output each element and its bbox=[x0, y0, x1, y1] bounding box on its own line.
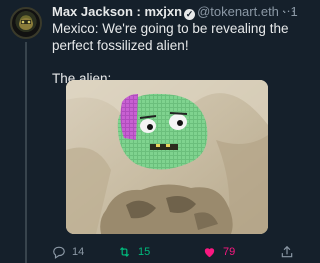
heart-icon bbox=[204, 248, 215, 258]
share-button[interactable] bbox=[280, 243, 294, 261]
share-icon bbox=[281, 245, 293, 258]
retweet-icon bbox=[120, 247, 129, 257]
tweet-action-bar: 14 15 79 bbox=[52, 243, 296, 261]
retweet-count: 15 bbox=[138, 246, 151, 258]
verified-badge-icon: ✓ bbox=[184, 9, 196, 20]
author-handle[interactable]: @tokenart.eth bbox=[197, 4, 279, 19]
reply-icon bbox=[53, 246, 65, 259]
tweet-header: Max Jackson : mxjxn✓@tokenart.eth · 12h bbox=[52, 4, 298, 20]
retweet-button[interactable]: 15 bbox=[117, 243, 150, 261]
like-count: 79 bbox=[223, 246, 236, 258]
thread-line bbox=[25, 42, 27, 263]
like-button[interactable]: 79 bbox=[202, 243, 235, 261]
tweet-text-line: Mexico: We're going to be revealing the … bbox=[52, 21, 289, 53]
author-name[interactable]: Max Jackson : mxjxn bbox=[52, 4, 182, 19]
reply-button[interactable]: 14 bbox=[52, 243, 84, 261]
avatar-image bbox=[19, 18, 33, 30]
tweet-body: Mexico: We're going to be revealing the … bbox=[52, 20, 296, 87]
alien-photo bbox=[66, 80, 268, 234]
more-options-icon[interactable]: ··· bbox=[282, 3, 297, 18]
author-avatar[interactable] bbox=[10, 7, 42, 39]
tweet-media-image[interactable] bbox=[66, 80, 268, 234]
reply-count: 14 bbox=[72, 246, 85, 258]
